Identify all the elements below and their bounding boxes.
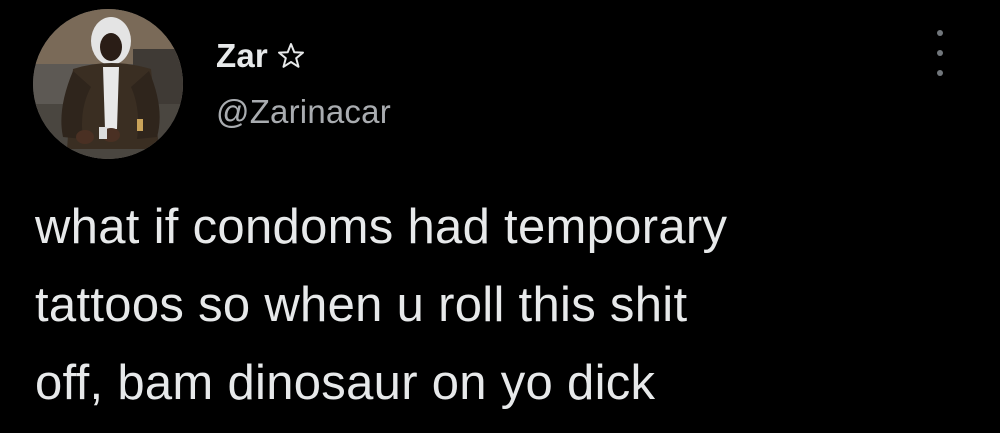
tweet-text-line: off, bam dinosaur on yo dick (35, 356, 656, 410)
tweet-text-line: what if condoms had temporary (35, 200, 728, 254)
tweet-text-line: tattoos so when u roll this shit (35, 278, 688, 332)
dot (937, 30, 943, 36)
avatar[interactable] (33, 9, 183, 159)
more-options-icon[interactable] (925, 30, 955, 76)
author-name-row: Zar (216, 36, 305, 76)
star-outline-icon (277, 42, 305, 70)
display-name[interactable]: Zar (216, 37, 268, 75)
user-handle[interactable]: @Zarinacar (216, 93, 391, 131)
dot (937, 70, 943, 76)
tweet-card: Zar @Zarinacar what if condoms had tempo… (0, 0, 1000, 433)
avatar-photo (33, 9, 183, 159)
tweet-text: what if condoms had temporary tattoos so… (35, 188, 975, 422)
dot (937, 50, 943, 56)
